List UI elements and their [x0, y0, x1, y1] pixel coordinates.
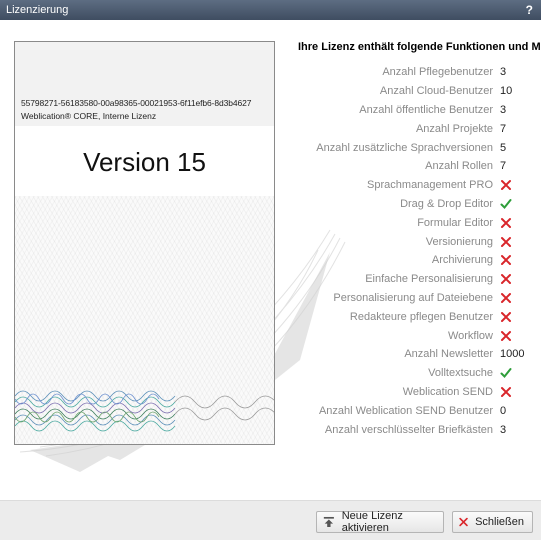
feature-row: Personalisierung auf Dateiebene [290, 289, 535, 308]
feature-row: Archivierung [290, 251, 535, 270]
feature-row: Anzahl Weblication SEND Benutzer 0 [290, 401, 535, 420]
feature-label: Anzahl öffentliche Benutzer [359, 103, 493, 116]
feature-row: Anzahl Pflegebenutzer 3 [290, 63, 535, 82]
feature-row: Weblication SEND [290, 383, 535, 402]
cross-icon [501, 311, 511, 322]
cross-icon [501, 180, 511, 191]
feature-label: Anzahl Pflegebenutzer [382, 66, 493, 79]
features-heading: Ihre Lizenz enthält folgende Funktionen … [298, 41, 541, 53]
feature-row: Anzahl Projekte 7 [290, 119, 535, 138]
feature-row: Drag & Drop Editor [290, 195, 535, 214]
dialog-footer: Neue Lizenz aktivieren Schließen [0, 500, 541, 540]
upload-arrow-icon [323, 516, 334, 528]
feature-row: Anzahl Cloud-Benutzer 10 [290, 82, 535, 101]
feature-row: Redakteure pflegen Benutzer [290, 307, 535, 326]
feature-label: Anzahl Projekte [415, 122, 493, 135]
feature-label: Weblication SEND [402, 385, 493, 398]
feature-label: Archivierung [431, 254, 493, 267]
feature-label: Volltextsuche [428, 367, 493, 380]
feature-label: Redakteure pflegen Benutzer [349, 310, 493, 323]
activate-license-label: Neue Lizenz aktivieren [341, 510, 403, 534]
license-edition: Weblication® CORE, Interne Lizenz [21, 111, 157, 121]
feature-label: Formular Editor [417, 216, 493, 229]
check-icon [500, 368, 512, 379]
feature-row: Anzahl verschlüsselter Briefkästen 3 [290, 420, 535, 439]
feature-label: Anzahl zusätzliche Sprachversionen [316, 141, 493, 154]
close-icon [459, 517, 468, 527]
feature-value: 3 [500, 423, 507, 436]
cross-icon [501, 217, 511, 228]
feature-label: Personalisierung auf Dateiebene [333, 291, 493, 304]
feature-label: Sprachmanagement PRO [367, 179, 493, 192]
feature-label: Anzahl Newsletter [404, 348, 493, 361]
window-title: Lizenzierung [6, 4, 69, 16]
feature-label: Einfache Personalisierung [365, 273, 493, 286]
cross-icon [501, 292, 511, 303]
license-version: Version 15 [83, 147, 206, 177]
cross-icon [501, 274, 511, 285]
feature-value: 10 [500, 85, 513, 98]
feature-row: Anzahl öffentliche Benutzer 3 [290, 101, 535, 120]
feature-label: Anzahl Weblication SEND Benutzer [318, 404, 493, 417]
feature-label: Anzahl verschlüsselter Briefkästen [324, 423, 493, 436]
feature-value: 0 [500, 404, 507, 417]
feature-value: 7 [500, 122, 507, 135]
cross-icon [501, 330, 511, 341]
feature-label: Anzahl Cloud-Benutzer [379, 85, 493, 98]
feature-row: Workflow [290, 326, 535, 345]
feature-row: Volltextsuche [290, 364, 535, 383]
cross-icon [501, 236, 511, 247]
feature-row: Anzahl zusätzliche Sprachversionen 5 [290, 138, 535, 157]
window-titlebar: Lizenzierung ? [0, 0, 541, 20]
feature-value: 3 [500, 66, 507, 79]
feature-row: Versionierung [290, 232, 535, 251]
cross-icon [501, 255, 511, 266]
feature-label: Drag & Drop Editor [400, 197, 493, 210]
cross-icon [501, 386, 511, 397]
dialog-content: 55798271-56183580-00a98365-00021953-6f11… [0, 20, 541, 500]
feature-value: 1000 [500, 348, 525, 361]
feature-value: 7 [500, 160, 507, 173]
close-label: Schließen [475, 516, 524, 528]
help-button[interactable]: ? [526, 3, 533, 17]
feature-row: Anzahl Rollen 7 [290, 157, 535, 176]
feature-list: Anzahl Pflegebenutzer 3 Anzahl Cloud-Benut… [290, 63, 535, 439]
close-button[interactable]: Schließen [452, 511, 533, 533]
activate-license-button[interactable]: Neue Lizenz aktivieren [316, 510, 444, 534]
feature-value: 3 [500, 103, 507, 116]
feature-row: Anzahl Newsletter 1000 [290, 345, 535, 364]
check-icon [500, 198, 512, 209]
feature-label: Anzahl Rollen [425, 160, 493, 173]
feature-row: Einfache Personalisierung [290, 270, 535, 289]
feature-row: Sprachmanagement PRO [290, 176, 535, 195]
feature-label: Versionierung [425, 235, 493, 248]
feature-value: 5 [500, 141, 507, 154]
feature-label: Workflow [447, 329, 493, 342]
card-wave-pattern [15, 390, 274, 432]
license-key: 55798271-56183580-00a98365-00021953-6f11… [21, 98, 252, 108]
license-card: 55798271-56183580-00a98365-00021953-6f11… [14, 41, 275, 445]
feature-row: Formular Editor [290, 213, 535, 232]
